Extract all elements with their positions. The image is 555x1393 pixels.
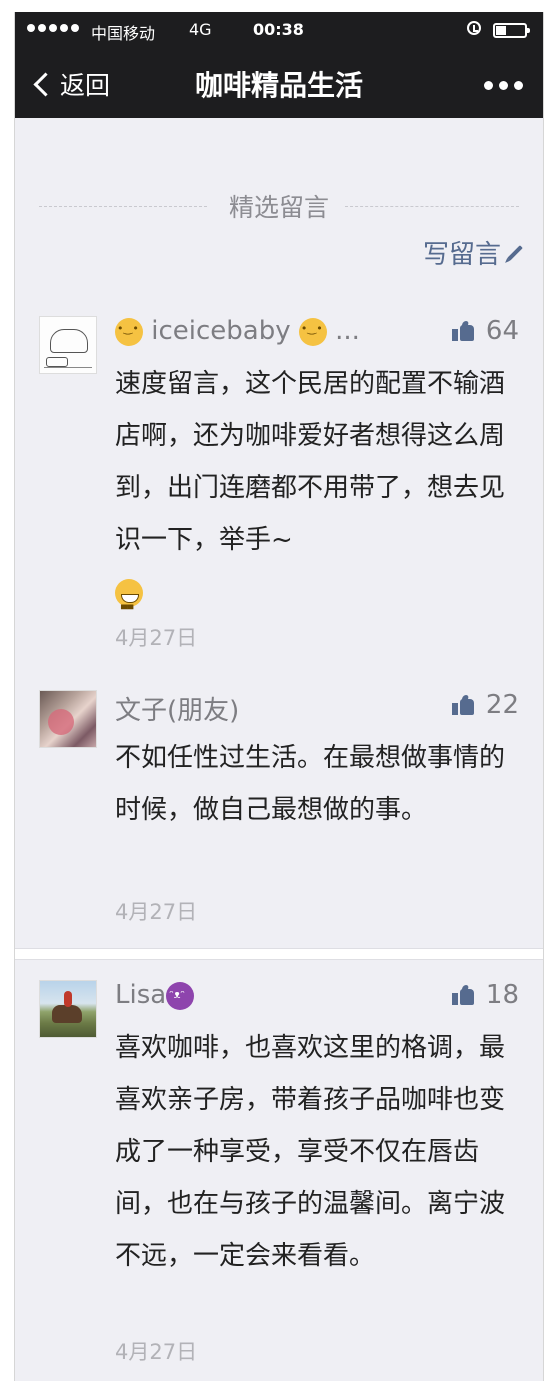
like-count: 22 xyxy=(485,690,519,720)
comment-text: 喜欢咖啡，也喜欢这里的格调，最喜欢亲子房，带着孩子品咖啡也变成了一种享受，享受不… xyxy=(115,1033,506,1271)
avatar[interactable] xyxy=(39,316,97,374)
avatar-drawing-line xyxy=(44,367,92,368)
section-divider-right xyxy=(345,206,519,207)
write-comment-label: 写留言 xyxy=(422,240,501,270)
avatar-rider xyxy=(64,991,72,1007)
network-label: 4G xyxy=(189,20,212,39)
battery-icon xyxy=(493,23,530,38)
comment-body: 速度留言，这个民居的配置不输酒店啊，还为咖啡爱好者想得这么周到，出门连磨都不用带… xyxy=(115,369,506,555)
thumbs-up-icon xyxy=(451,985,474,1005)
comment-text: 不如任性过生活。在最想做事情的时候，做自己最想做的事。 xyxy=(115,743,506,825)
top-bar: 中国移动 4G 00:38 返回 咖啡精品生活 xyxy=(15,12,543,118)
cat-emoji-icon xyxy=(298,317,327,346)
avatar[interactable] xyxy=(39,980,97,1038)
alarm-icon xyxy=(467,21,481,35)
pencil-icon xyxy=(507,244,523,261)
like-button[interactable]: 22 xyxy=(451,690,519,720)
status-time: 00:38 xyxy=(253,20,304,39)
status-bar: 中国移动 4G 00:38 xyxy=(15,12,543,48)
like-count: 18 xyxy=(485,980,519,1010)
like-button[interactable]: 18 xyxy=(451,980,519,1010)
nav-bar: 返回 咖啡精品生活 xyxy=(15,48,543,118)
comment-text: 速度留言，这个民居的配置不输酒店啊，还为咖啡爱好者想得这么周到，出门连磨都不用带… xyxy=(115,358,519,636)
comment-date: 4月27日 xyxy=(115,626,198,650)
more-icon[interactable] xyxy=(484,81,523,90)
like-count: 64 xyxy=(485,316,519,346)
signal-dots-icon xyxy=(27,24,79,32)
comment-date: 4月27日 xyxy=(115,1340,198,1364)
comment-author: Lisa xyxy=(115,980,195,1010)
back-label: 返回 xyxy=(60,71,111,100)
avatar-drawing xyxy=(50,329,88,353)
comment-header: 文子(朋友) 22 xyxy=(115,690,519,730)
comment-author: 文子(朋友) xyxy=(115,696,240,726)
comment-header: iceicebaby ... 64 xyxy=(115,316,519,356)
back-chevron-icon xyxy=(33,71,58,97)
author-name: iceicebaby xyxy=(151,316,291,346)
thumbs-up-icon xyxy=(451,695,474,715)
comment-header: Lisa 18 xyxy=(115,980,519,1020)
comment-date: 4月27日 xyxy=(115,900,198,924)
carrier-label: 中国移动 xyxy=(91,24,156,43)
comment-item: Lisa 18 喜欢咖啡，也喜欢这里的格调，最喜欢亲子房，带着孩子品咖啡也变成了… xyxy=(15,980,543,1380)
comment-item: iceicebaby ... 64 速度留言，这个民居的配置不输酒店啊，还为咖啡… xyxy=(15,316,543,650)
avatar-drawing-box xyxy=(46,357,68,367)
avatar[interactable] xyxy=(39,690,97,748)
back-button[interactable]: 返回 xyxy=(33,66,110,102)
write-comment-button[interactable]: 写留言 xyxy=(422,234,523,271)
like-button[interactable]: 64 xyxy=(451,316,519,346)
comment-divider xyxy=(15,948,543,960)
grin-emoji-icon xyxy=(115,578,143,636)
section-header: 精选留言 xyxy=(15,188,543,228)
avatar-photo xyxy=(48,709,74,735)
comment-author: iceicebaby ... xyxy=(115,316,360,346)
author-name-ellipsis: ... xyxy=(335,316,360,346)
author-name: Lisa xyxy=(115,980,167,1010)
cat-emoji-icon xyxy=(115,317,143,346)
avatar-horse xyxy=(52,1005,82,1023)
phone-screen: 中国移动 4G 00:38 返回 咖啡精品生活 精选留言 写留言 •‿• ice… xyxy=(14,12,544,1381)
thumbs-up-icon xyxy=(451,321,474,341)
devil-emoji-icon xyxy=(166,981,195,1010)
comment-item: 文子(朋友) 22 不如任性过生活。在最想做事情的时候，做自己最想做的事。 4月… xyxy=(15,690,543,930)
